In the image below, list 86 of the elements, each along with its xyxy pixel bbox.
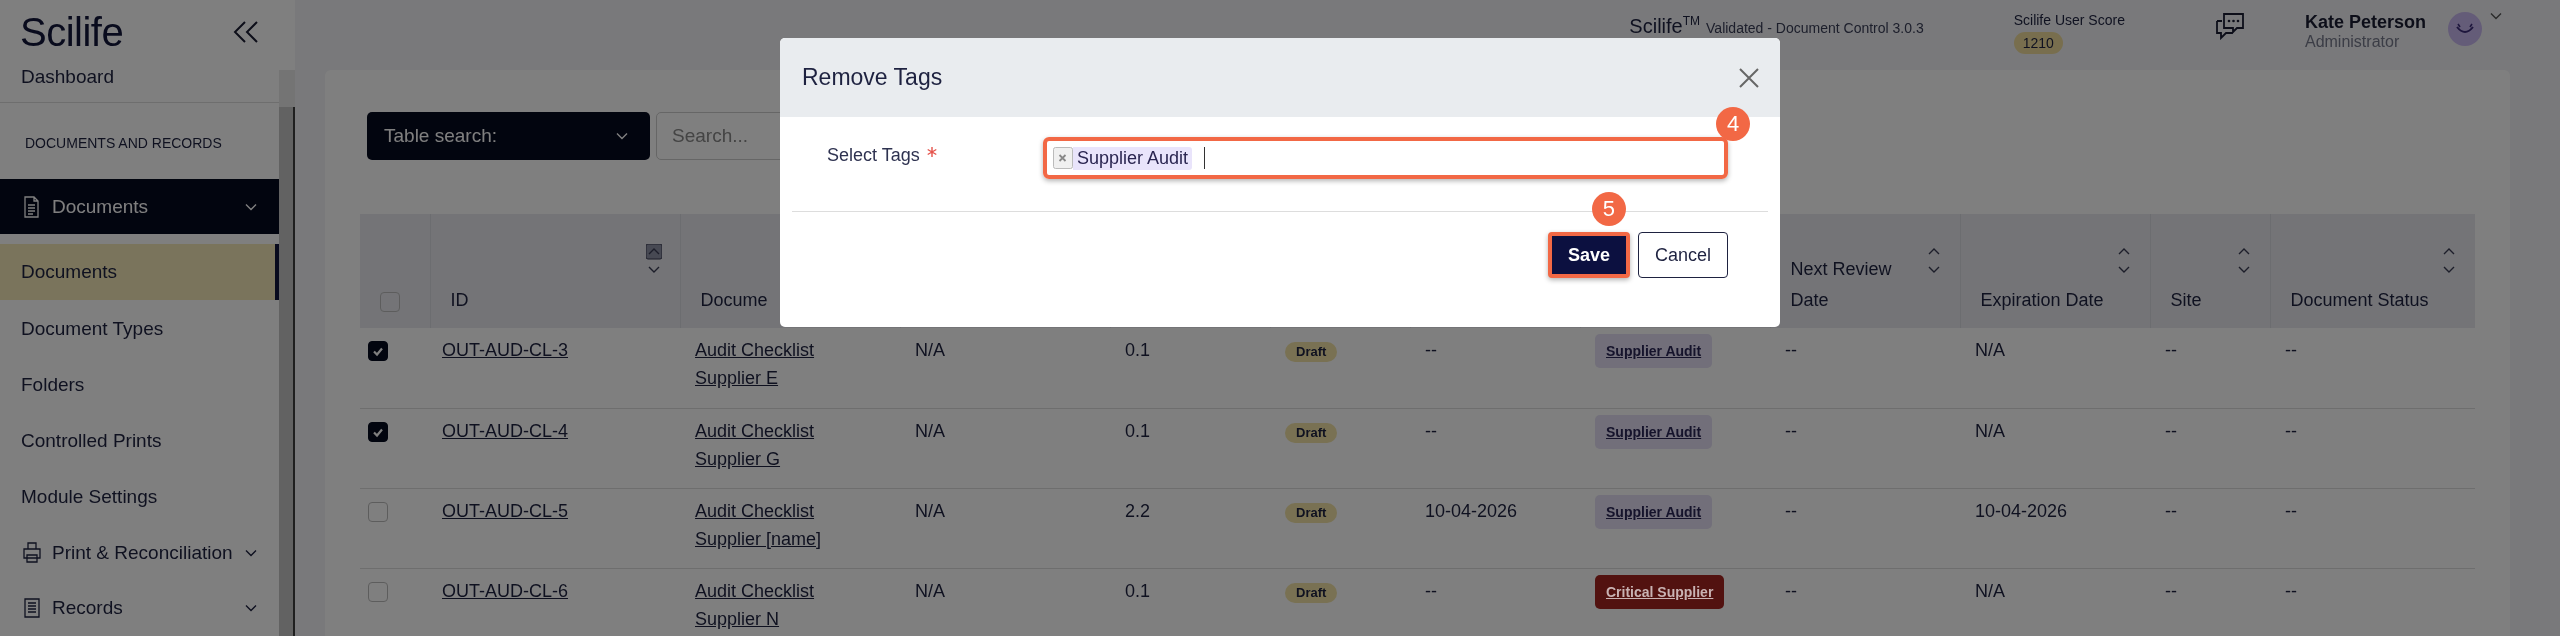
tag-select-field[interactable]: Supplier Audit [1043,137,1728,179]
sidebar-item[interactable]: Documents [0,244,280,301]
table-cell: -- [1425,340,1437,360]
table-cell: -- [2285,500,2297,521]
scrollbar[interactable] [279,70,295,636]
section-heading: DOCUMENTS AND RECORDS [24,133,223,153]
user-role: Administrator [2304,33,2401,51]
close-icon[interactable] [1738,66,1760,89]
chevron-down-icon [245,202,258,211]
score-badge: 1210 [2013,32,2063,54]
document-icon [22,195,42,218]
document-id-link[interactable]: OUT-AUD-CL-4 [442,416,568,445]
status-badge: Draft [1285,342,1338,362]
printer-icon [22,542,42,565]
sidebar-group[interactable]: Documents [0,178,280,235]
document-name-link[interactable]: Audit Checklist Supplier E [695,336,865,392]
document-name-link[interactable]: Audit Checklist Supplier N [695,576,865,633]
field-label: Select Tags [827,145,920,166]
table-cell: N/A [1975,340,2005,360]
column-header[interactable]: Site [2170,285,2202,316]
table-cell: -- [2285,580,2297,601]
document-id-link[interactable]: OUT-AUD-CL-5 [442,496,568,525]
table-cell: N/A [915,580,945,601]
remove-icon[interactable] [1053,147,1073,169]
table-cell: 0.1 [1125,340,1151,360]
chevron-down-icon [245,604,258,613]
chat-icon[interactable] [2214,12,2245,40]
column-header[interactable]: ID [450,285,469,316]
table-cell: -- [2285,420,2297,441]
table-cell: N/A [915,500,945,521]
document-name-link[interactable]: Audit Checklist Supplier G [695,416,865,473]
table-cell: -- [1425,420,1437,441]
save-button[interactable]: Save [1547,232,1630,278]
table-cell: -- [1785,500,1797,521]
search-scope-dropdown[interactable]: Table search: [367,112,650,160]
tag-chip[interactable]: Critical Supplier [1595,574,1725,609]
status-badge: Draft [1285,502,1338,523]
table-cell: N/A [915,420,945,441]
table-cell: -- [2165,340,2177,360]
product-version: Validated - Document Control 3.0.3 [1706,19,1924,36]
table-cell: -- [1425,580,1437,601]
tag-chip: Supplier Audit [1073,146,1193,170]
column-header[interactable]: Docume [700,285,768,316]
step-badge: 5 [1591,192,1626,226]
table-cell: -- [1785,580,1797,601]
checkbox[interactable] [368,501,388,522]
document-id-link[interactable]: OUT-AUD-CL-6 [442,576,568,605]
checkbox[interactable] [368,581,388,602]
column-header[interactable]: Document Status [2290,285,2429,316]
table-cell: -- [2165,580,2177,601]
tag-chip[interactable]: Supplier Audit [1595,494,1713,529]
list-icon [22,597,42,620]
checkbox[interactable] [368,341,388,362]
document-id-link[interactable]: OUT-AUD-CL-3 [442,336,568,364]
table-cell: N/A [915,340,945,360]
status-badge: Draft [1285,582,1338,603]
column-header[interactable]: Expiration Date [1980,285,2104,316]
document-name-link[interactable]: Audit Checklist Supplier [name] [695,496,865,553]
dialog-title: Remove Tags [802,64,943,91]
cancel-button[interactable]: Cancel [1637,232,1728,278]
chevron-down-icon [245,549,258,558]
text-cursor [1204,147,1206,169]
tag-chip[interactable]: Supplier Audit [1595,414,1713,449]
table-cell: 0.1 [1125,580,1151,601]
table-cell: 10-04-2026 [1975,500,2068,521]
table-cell: 10-04-2026 [1425,500,1518,521]
table-cell: 0.1 [1125,420,1151,441]
score-label: Scilife User Score [2013,12,2125,28]
status-badge: Draft [1285,422,1338,443]
user-name: Kate Peterson [2304,12,2426,33]
checkbox[interactable] [380,292,400,312]
collapse-icon[interactable] [233,20,259,44]
checkbox[interactable] [368,421,388,442]
table-cell: N/A [1975,580,2005,601]
table-cell: -- [2165,500,2177,521]
chevron-down-icon [616,132,628,140]
table-cell: N/A [1975,420,2005,441]
avatar-icon[interactable] [2448,12,2482,46]
tag-chip[interactable]: Supplier Audit [1595,334,1713,368]
table-cell: -- [1785,340,1797,360]
product-name: Scilife$^{TM}$ [1629,14,1701,38]
table-cell: 2.2 [1125,500,1151,521]
table-cell: -- [2285,340,2297,360]
chevron-down-icon[interactable] [2490,12,2502,20]
table-cell: -- [1785,420,1797,441]
table-cell: -- [2165,420,2177,441]
